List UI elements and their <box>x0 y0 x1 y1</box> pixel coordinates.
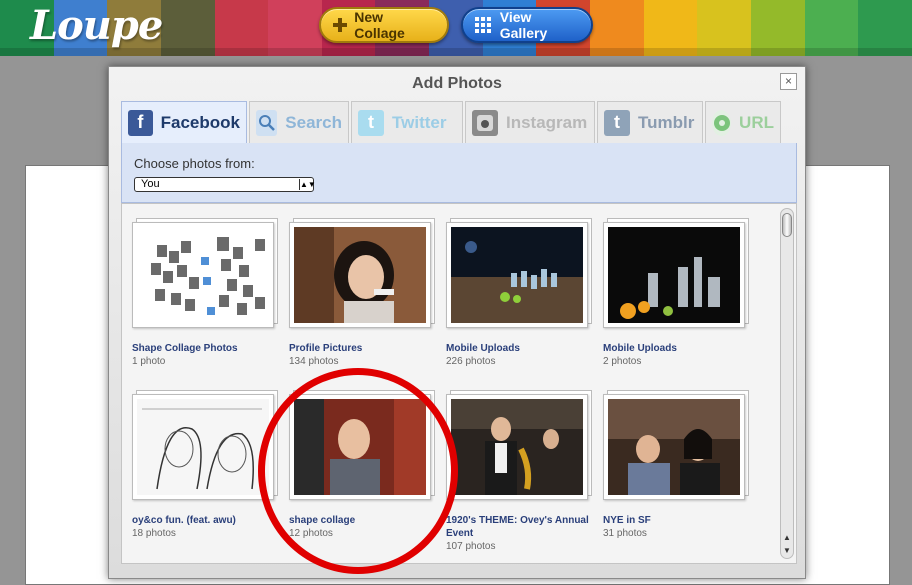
album-item[interactable]: Mobile Uploads 226 photos <box>446 218 594 368</box>
scroll-up-icon[interactable]: ▲ <box>781 532 793 544</box>
album-item[interactable]: oy&co fun. (feat. awu) 18 photos <box>132 390 280 540</box>
album-count: 134 photos <box>289 356 339 367</box>
tab-search[interactable]: Search <box>249 101 349 143</box>
tab-label: Facebook <box>160 112 240 132</box>
source-select[interactable]: You ▲▼ <box>134 177 316 192</box>
grid-icon <box>475 17 492 33</box>
close-button[interactable]: × <box>780 73 797 90</box>
album-count: 226 photos <box>446 356 496 367</box>
album-count: 107 photos <box>446 541 496 552</box>
tab-tumblr[interactable]: t Tumblr <box>597 101 703 143</box>
album-item[interactable]: shape collage 12 photos <box>289 390 437 540</box>
new-collage-label: New Collage <box>354 9 405 41</box>
album-item[interactable]: Shape Collage Photos 1 photo <box>132 218 280 368</box>
album-title: Profile Pictures <box>289 343 363 354</box>
source-selected-value: You <box>141 178 160 190</box>
tab-label: Search <box>285 112 342 132</box>
album-count: 31 photos <box>603 528 647 539</box>
album-thumbnail <box>294 399 426 495</box>
album-title: Mobile Uploads <box>446 343 520 354</box>
dialog-title: Add Photos <box>412 75 502 92</box>
dropdown-arrow-icon: ▲▼ <box>299 179 316 190</box>
album-thumbnail <box>608 227 740 323</box>
new-collage-button[interactable]: New Collage <box>319 7 449 43</box>
tab-twitter[interactable]: t Twitter <box>351 101 463 143</box>
view-gallery-label: View Gallery <box>499 9 548 41</box>
search-icon <box>256 109 278 136</box>
source-label: Choose photos from: <box>134 156 255 171</box>
album-scrollbar[interactable]: ▲ ▼ <box>780 208 794 559</box>
source-bar: Choose photos from: You ▲▼ <box>121 143 797 203</box>
album-title: 1920's THEME: Ovey's Annual Event <box>446 515 589 539</box>
album-item[interactable]: NYE in SF 31 photos <box>603 390 751 540</box>
tab-facebook[interactable]: f Facebook <box>121 101 247 143</box>
plus-icon <box>333 18 348 32</box>
app-logo[interactable]: Loupe <box>30 2 163 49</box>
album-title: oy&co fun. (feat. awu) <box>132 515 236 526</box>
album-thumbnail <box>294 227 426 323</box>
tab-label: Tumblr <box>638 112 695 132</box>
album-item[interactable]: Profile Pictures 134 photos <box>289 218 437 368</box>
album-title: Shape Collage Photos <box>132 343 238 354</box>
album-title: shape collage <box>289 515 356 526</box>
instagram-icon <box>472 109 498 136</box>
album-thumbnail <box>451 399 583 495</box>
album-count: 18 photos <box>132 528 176 539</box>
url-icon <box>712 109 732 136</box>
album-title: Mobile Uploads <box>603 343 677 354</box>
album-item[interactable]: 1920's THEME: Ovey's Annual Event 107 ph… <box>446 390 594 553</box>
view-gallery-button[interactable]: View Gallery <box>461 7 593 43</box>
banner-shadow <box>0 48 912 56</box>
tab-url[interactable]: URL <box>705 101 781 143</box>
tab-label: URL <box>739 112 774 132</box>
source-tabs: f Facebook Search t Twitter Instagram t … <box>121 101 797 143</box>
album-thumbnail <box>137 399 269 495</box>
tab-label: Twitter <box>392 112 447 132</box>
album-thumbnail <box>451 227 583 323</box>
facebook-icon: f <box>128 109 153 136</box>
album-count: 2 photos <box>603 356 642 367</box>
album-count: 1 photo <box>132 356 166 367</box>
scrollbar-thumb[interactable] <box>782 213 792 237</box>
scroll-down-icon[interactable]: ▼ <box>781 545 793 557</box>
tab-label: Instagram <box>506 112 588 132</box>
add-photos-dialog: Add Photos × f Facebook Search t Twitter… <box>108 66 806 579</box>
tab-instagram[interactable]: Instagram <box>465 101 595 143</box>
album-title: NYE in SF <box>603 515 651 526</box>
album-thumbnail <box>608 399 740 495</box>
album-count: 12 photos <box>289 528 333 539</box>
tumblr-icon: t <box>604 109 630 136</box>
album-thumbnail <box>137 227 269 323</box>
album-item[interactable]: Mobile Uploads 2 photos <box>603 218 751 368</box>
twitter-icon: t <box>358 109 384 136</box>
album-grid: Shape Collage Photos 1 photo Profile Pic… <box>121 203 797 564</box>
